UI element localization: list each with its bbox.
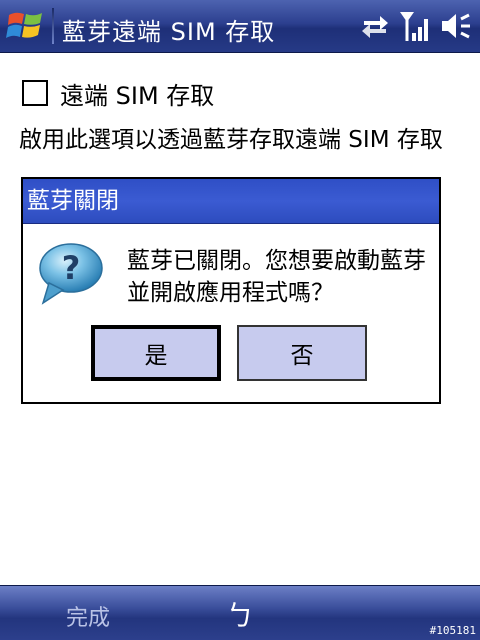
question-bubble-icon: ? <box>37 241 105 311</box>
remote-sim-access-checkbox[interactable] <box>22 80 48 106</box>
soft-key-bar: 完成 ㄅ #105181 <box>0 585 480 640</box>
status-area[interactable] <box>360 8 472 44</box>
speaker-icon[interactable] <box>440 11 472 41</box>
start-button[interactable] <box>0 0 52 52</box>
input-method-button[interactable]: ㄅ <box>226 594 254 634</box>
title-separator <box>52 8 54 44</box>
no-button[interactable]: 否 <box>237 325 367 381</box>
checkbox-label: 遠端 SIM 存取 <box>60 81 215 110</box>
signal-strength-icon[interactable] <box>398 9 432 43</box>
bluetooth-off-dialog: 藍芽關閉 ? 藍芽已關閉。您想要啟動藍芽並開啟應用程式嗎？ 是 否 <box>21 177 441 404</box>
yes-button[interactable]: 是 <box>91 325 221 381</box>
dialog-message: 藍芽已關閉。您想要啟動藍芽並開啟應用程式嗎？ <box>127 248 426 306</box>
dialog-title: 藍芽關閉 <box>23 179 439 224</box>
watermark-text: #105181 <box>429 624 476 637</box>
title-bar: 藍芽遠端 SIM 存取 <box>0 0 480 53</box>
remote-sim-access-option[interactable]: 遠端 SIM 存取 <box>22 78 215 110</box>
windows-start-icon <box>6 12 42 38</box>
done-softkey[interactable]: 完成 <box>66 600 110 632</box>
connectivity-icon[interactable] <box>360 13 390 39</box>
window-title: 藍芽遠端 SIM 存取 <box>62 18 276 46</box>
option-description: 啟用此選項以透過藍芽存取遠端 SIM 存取 <box>19 127 443 153</box>
svg-text:?: ? <box>62 249 81 287</box>
